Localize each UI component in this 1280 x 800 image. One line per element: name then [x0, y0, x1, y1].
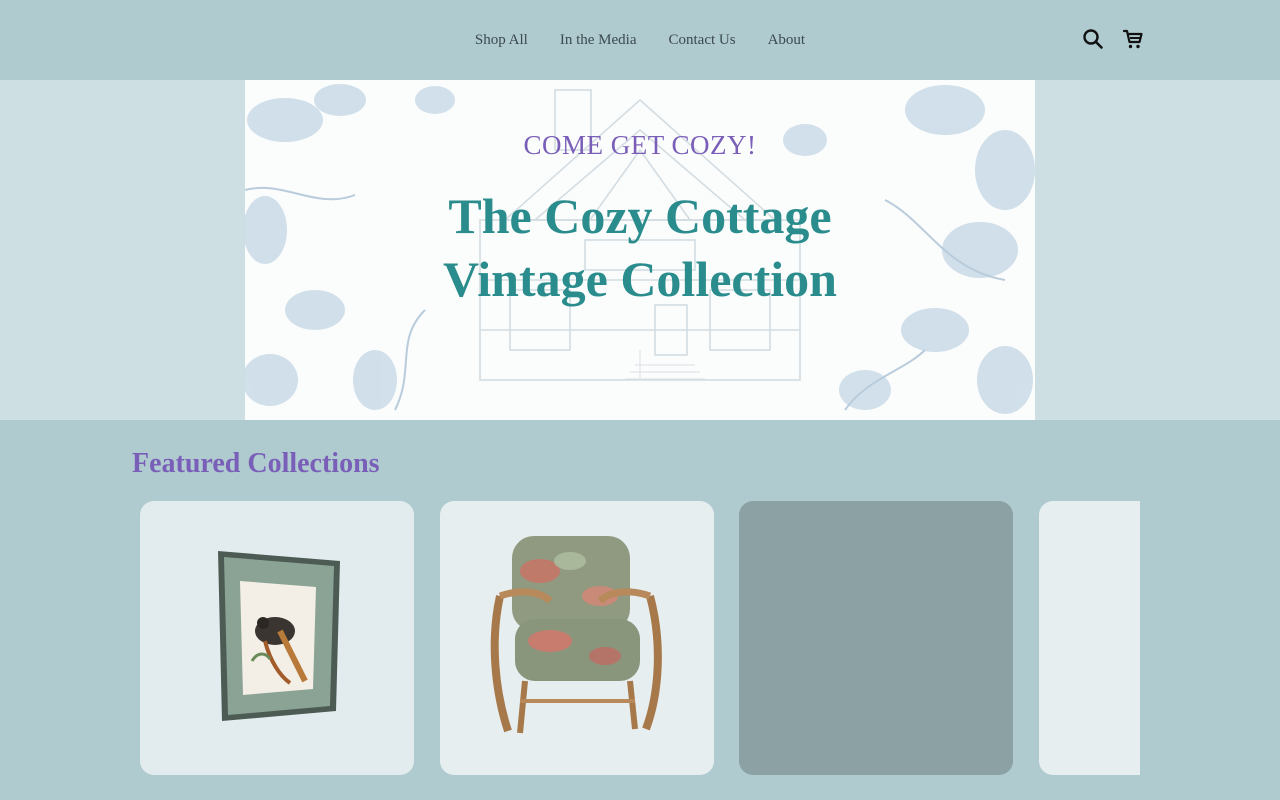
hero-title: The Cozy Cottage Vintage Collection: [245, 185, 1035, 311]
nav-about[interactable]: About: [768, 32, 806, 49]
nav-contact-us[interactable]: Contact Us: [669, 32, 736, 49]
hero-title-line-1: The Cozy Cottage: [448, 188, 832, 244]
search-icon[interactable]: [1081, 27, 1105, 51]
hero-eyebrow: COME GET COZY!: [523, 130, 757, 160]
cart-icon[interactable]: [1121, 27, 1145, 51]
collection-card-partial[interactable]: [1039, 501, 1140, 775]
featured-collections-carousel: [140, 501, 1140, 775]
collection-card-armchair[interactable]: [440, 501, 714, 775]
collection-card-framed-print[interactable]: [140, 501, 414, 775]
featured-collections-title: Featured Collections: [132, 448, 380, 479]
hero-title-line-2: Vintage Collection: [443, 251, 837, 307]
nav-in-the-media[interactable]: In the Media: [560, 32, 637, 49]
framed-bird-print-image: [218, 551, 340, 721]
nav-shop-all[interactable]: Shop All: [475, 32, 528, 49]
rattan-armchair-image: [490, 536, 662, 734]
site-header: Shop All In the Media Contact Us About: [0, 0, 1280, 80]
collection-card-placeholder[interactable]: [739, 501, 1013, 775]
hero-banner: COME GET COZY! The Cozy Cottage Vintage …: [245, 80, 1035, 420]
